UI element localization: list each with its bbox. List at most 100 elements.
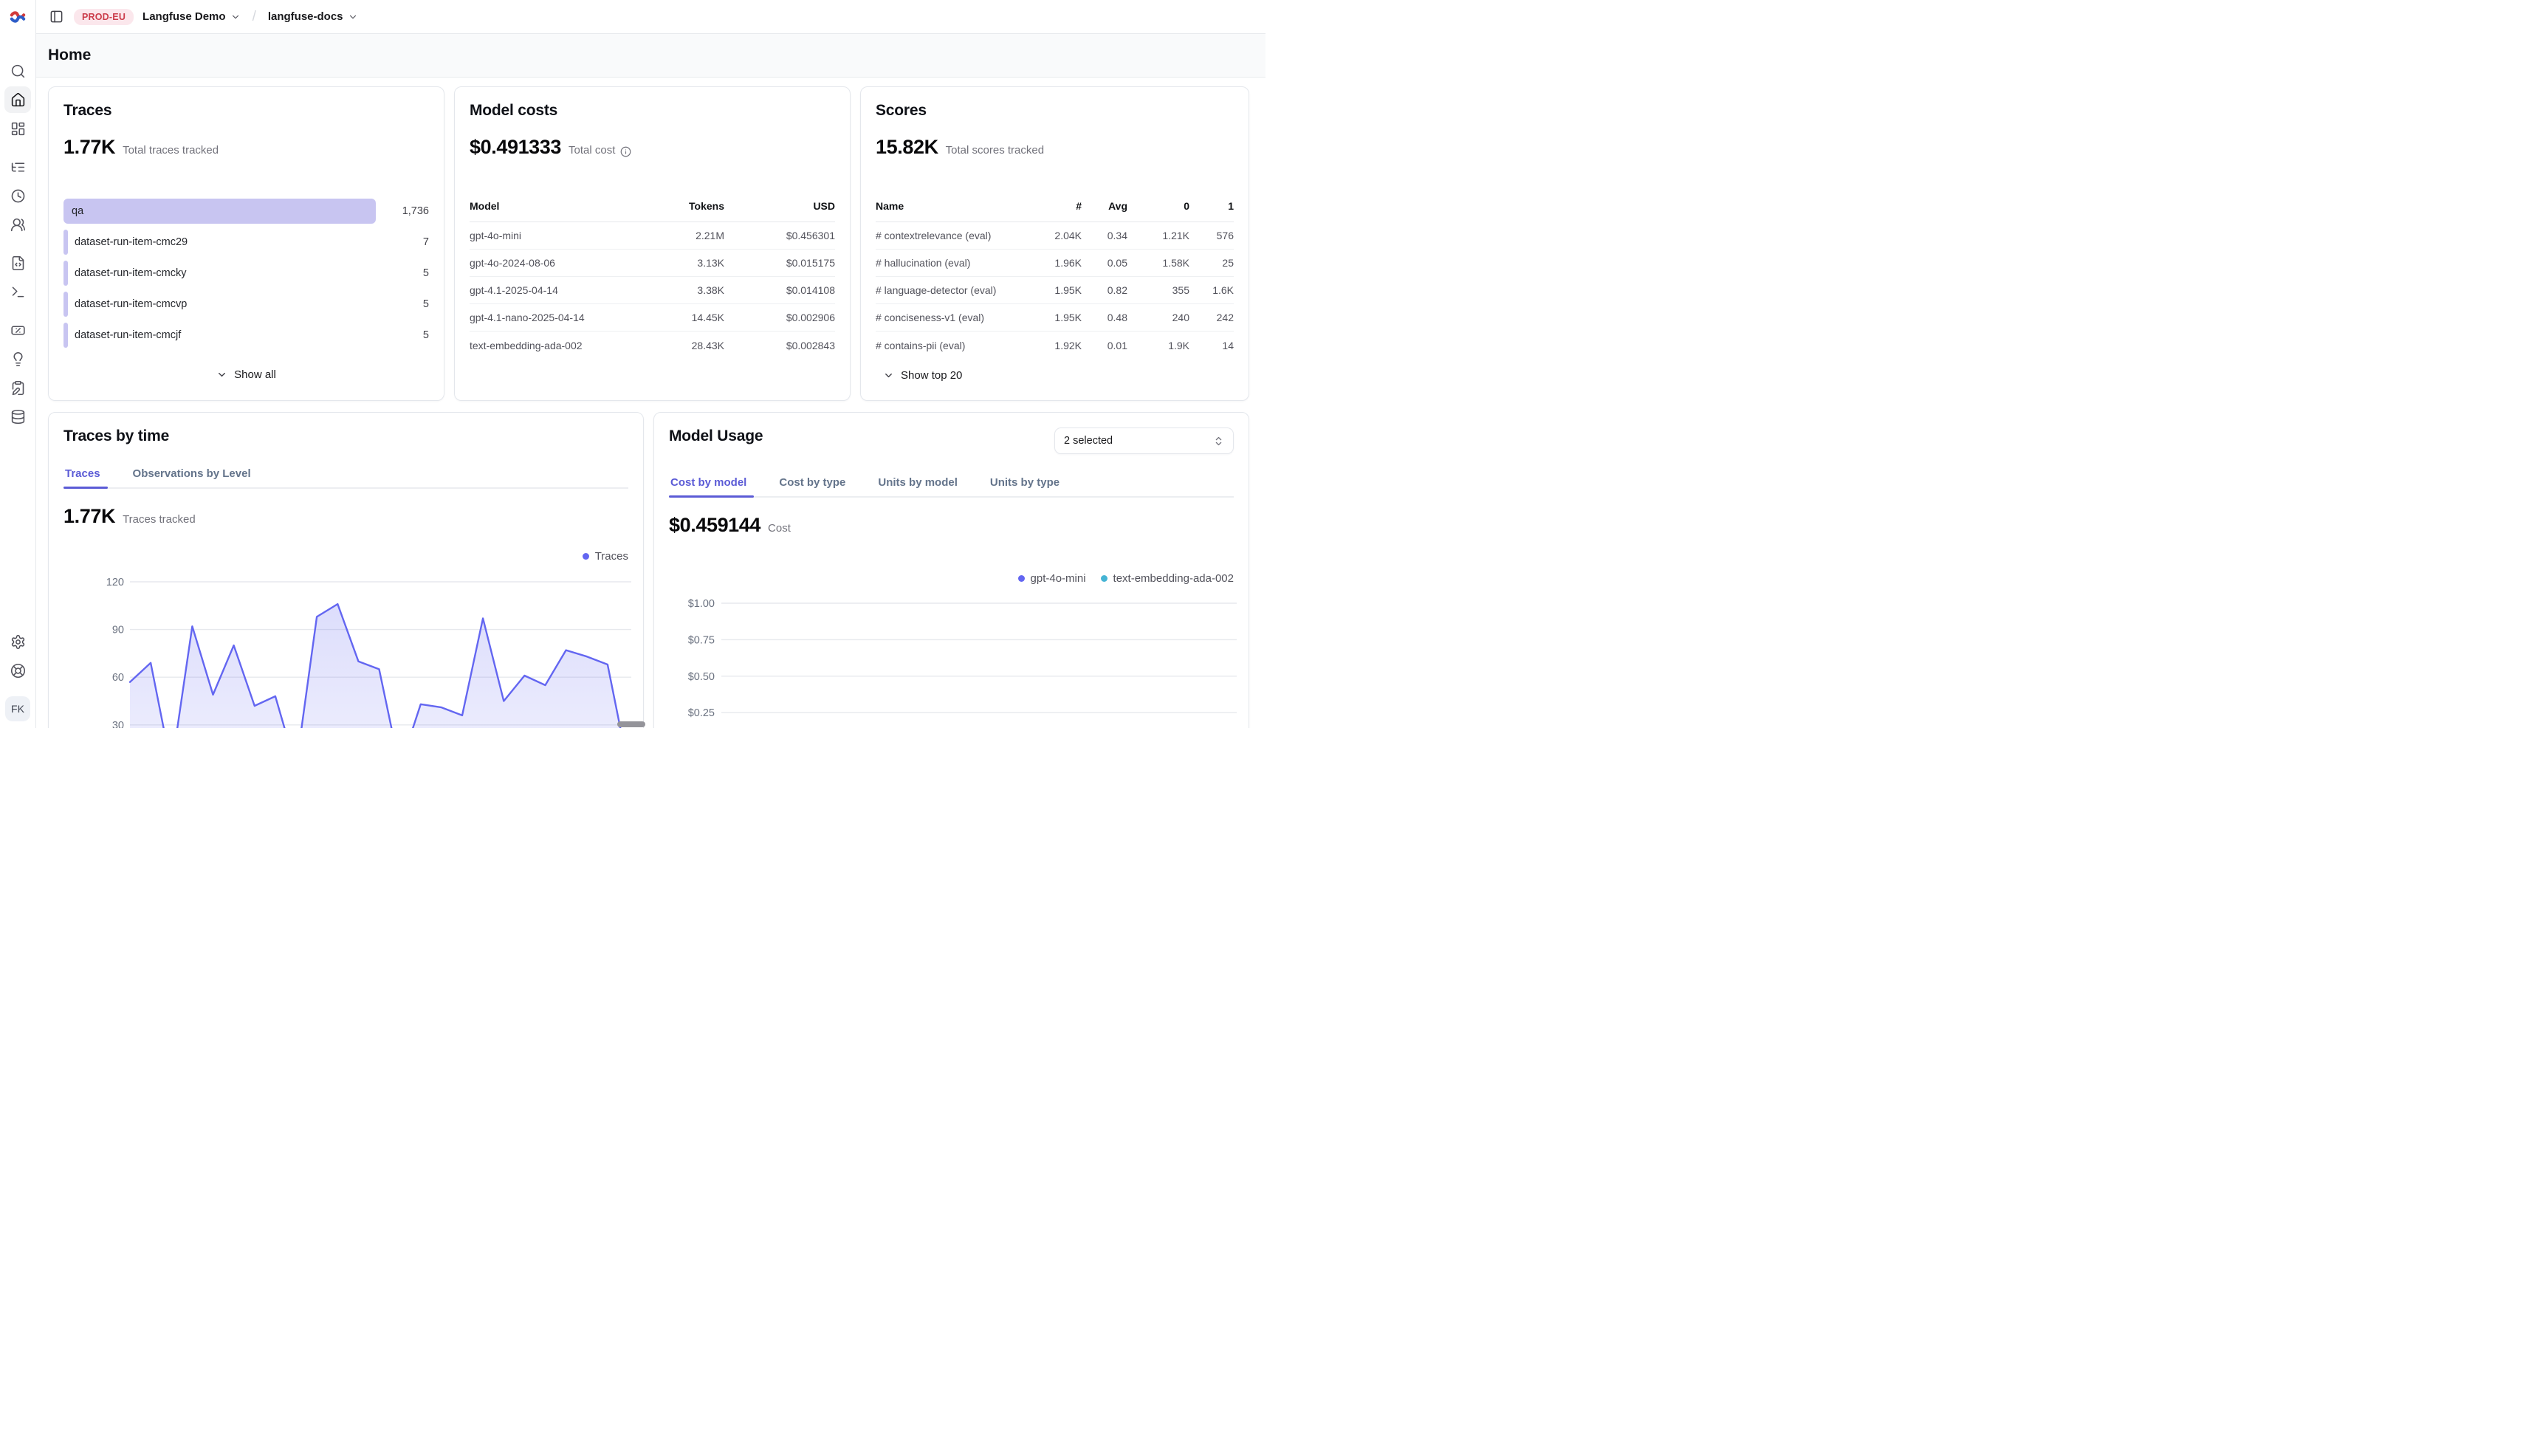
sidebar-item-sessions[interactable] [4, 182, 31, 209]
sidebar-item-prompts[interactable] [4, 250, 31, 276]
sessions-clock-icon [10, 188, 26, 204]
column-avg: Avg [1082, 200, 1127, 212]
traces-chart-legend: Traces [583, 550, 628, 563]
score-name: # hallucination (eval) [876, 257, 1028, 269]
model-name: gpt-4.1-nano-2025-04-14 [470, 312, 643, 323]
score-one: 25 [1189, 257, 1234, 269]
score-one: 1.6K [1189, 284, 1234, 296]
bottom-cards-row: Traces by time Traces Observations by Le… [48, 412, 1249, 728]
page-header: Home [36, 34, 1266, 78]
sidebar-nav [4, 58, 31, 430]
table-row: # contextrelevance (eval) 2.04K 0.34 1.2… [876, 222, 1234, 250]
score-one: 14 [1189, 340, 1234, 351]
page-title: Home [48, 47, 91, 64]
avatar[interactable]: FK [5, 696, 30, 721]
score-avg: 0.34 [1082, 230, 1127, 241]
traces-card: Traces 1.77K Total traces tracked qa 1,7… [48, 86, 444, 401]
sidebar-item-annotation[interactable] [4, 374, 31, 401]
model-usage-tabs: Cost by model Cost by type Units by mode… [669, 476, 1234, 498]
settings-gear-icon [10, 634, 26, 650]
legend-dot [583, 553, 589, 560]
tab-traces[interactable]: Traces [63, 467, 102, 487]
model-costs-table: Model Tokens USD gpt-4o-mini 2.21M $0.45… [470, 194, 835, 359]
tab-units-by-type[interactable]: Units by type [989, 476, 1061, 496]
trace-bar-row: dataset-run-item-cmcjf 5 [63, 320, 429, 351]
org-selector[interactable]: Langfuse Demo [142, 10, 241, 23]
traces-line-chart: 120906030 [63, 574, 633, 728]
model-name: text-embedding-ada-002 [470, 340, 643, 351]
traces-total-metric: 1.77K [63, 136, 115, 159]
scores-table-header: Name # Avg 0 1 [876, 194, 1234, 222]
score-count: 1.95K [1028, 284, 1082, 296]
score-name: # language-detector (eval) [876, 284, 1028, 296]
topbar: PROD-EU Langfuse Demo / langfuse-docs [36, 0, 1266, 34]
show-all-button[interactable]: Show all [216, 368, 276, 381]
sidebar-item-playground[interactable] [4, 278, 31, 305]
tab-cost-by-model[interactable]: Cost by model [669, 476, 748, 496]
trace-value: 1,736 [385, 205, 429, 217]
trace-label: qa [63, 205, 83, 217]
trace-label: dataset-run-item-cmcjf [63, 329, 181, 341]
column-count: # [1028, 200, 1082, 212]
scores-total-metric: 15.82K [876, 136, 938, 159]
sidebar-item-datasets[interactable] [4, 403, 31, 430]
score-avg: 0.48 [1082, 312, 1127, 323]
sidebar-bottom: FK [4, 628, 31, 728]
sidebar-item-tracing[interactable] [4, 154, 31, 180]
table-row: # hallucination (eval) 1.96K 0.05 1.58K … [876, 250, 1234, 277]
svg-text:$0.50: $0.50 [688, 671, 715, 683]
sidebar-item-insights[interactable] [4, 346, 31, 372]
tokens-value: 2.21M [643, 230, 724, 241]
usd-value: $0.456301 [724, 230, 835, 241]
sidebar-item-home[interactable] [4, 86, 31, 113]
traces-tracked-metric-label: Traces tracked [123, 513, 196, 526]
trace-value: 7 [385, 236, 429, 248]
score-one: 242 [1189, 312, 1234, 323]
support-button[interactable] [4, 657, 31, 684]
table-row: gpt-4.1-nano-2025-04-14 14.45K $0.002906 [470, 304, 835, 332]
sidebar-toggle-button[interactable] [48, 8, 65, 25]
svg-text:30: 30 [112, 720, 124, 728]
settings-button[interactable] [4, 628, 31, 655]
traces-by-time-card: Traces by time Traces Observations by Le… [48, 412, 644, 728]
info-icon[interactable] [620, 146, 631, 157]
show-top-20-label: Show top 20 [901, 369, 962, 382]
model-filter-select[interactable]: 2 selected [1054, 427, 1234, 454]
horizontal-scrollbar-thumb[interactable] [617, 721, 645, 727]
tokens-value: 14.45K [643, 312, 724, 323]
sidebar-item-users[interactable] [4, 211, 31, 238]
project-selector[interactable]: langfuse-docs [268, 10, 358, 23]
score-name: # conciseness-v1 (eval) [876, 312, 1028, 323]
score-count: 2.04K [1028, 230, 1082, 241]
column-tokens: Tokens [643, 200, 724, 212]
langfuse-logo[interactable] [0, 0, 35, 34]
sidebar-item-search[interactable] [4, 58, 31, 84]
sidebar-item-dashboards[interactable] [4, 115, 31, 142]
tracing-icon [10, 159, 26, 175]
tokens-value: 3.38K [643, 284, 724, 296]
svg-text:$0.75: $0.75 [688, 634, 715, 646]
show-top-20-button[interactable]: Show top 20 [883, 369, 1234, 382]
trace-bar-row: dataset-run-item-cmc29 7 [63, 227, 429, 258]
legend-item-traces: Traces [583, 550, 628, 563]
sidebar-item-evaluation[interactable] [4, 317, 31, 343]
traces-tracked-metric: 1.77K [63, 505, 115, 528]
trace-value: 5 [385, 329, 429, 341]
usd-value: $0.002843 [724, 340, 835, 351]
trace-bar-row: qa 1,736 [63, 196, 429, 227]
evaluation-percent-icon [10, 323, 26, 338]
model-costs-table-header: Model Tokens USD [470, 194, 835, 222]
tab-units-by-model[interactable]: Units by model [876, 476, 959, 496]
panel-left-icon [49, 10, 63, 24]
content: Traces 1.77K Total traces tracked qa 1,7… [36, 78, 1266, 728]
legend-dot [1101, 575, 1107, 582]
svg-text:90: 90 [112, 625, 124, 636]
chevron-down-icon [883, 370, 894, 381]
breadcrumb-separator: / [250, 9, 259, 25]
tab-observations-by-level[interactable]: Observations by Level [131, 467, 253, 487]
tab-cost-by-type[interactable]: Cost by type [777, 476, 847, 496]
sidebar: FK [0, 0, 36, 728]
table-row: gpt-4o-2024-08-06 3.13K $0.015175 [470, 250, 835, 277]
score-avg: 0.05 [1082, 257, 1127, 269]
tokens-value: 28.43K [643, 340, 724, 351]
